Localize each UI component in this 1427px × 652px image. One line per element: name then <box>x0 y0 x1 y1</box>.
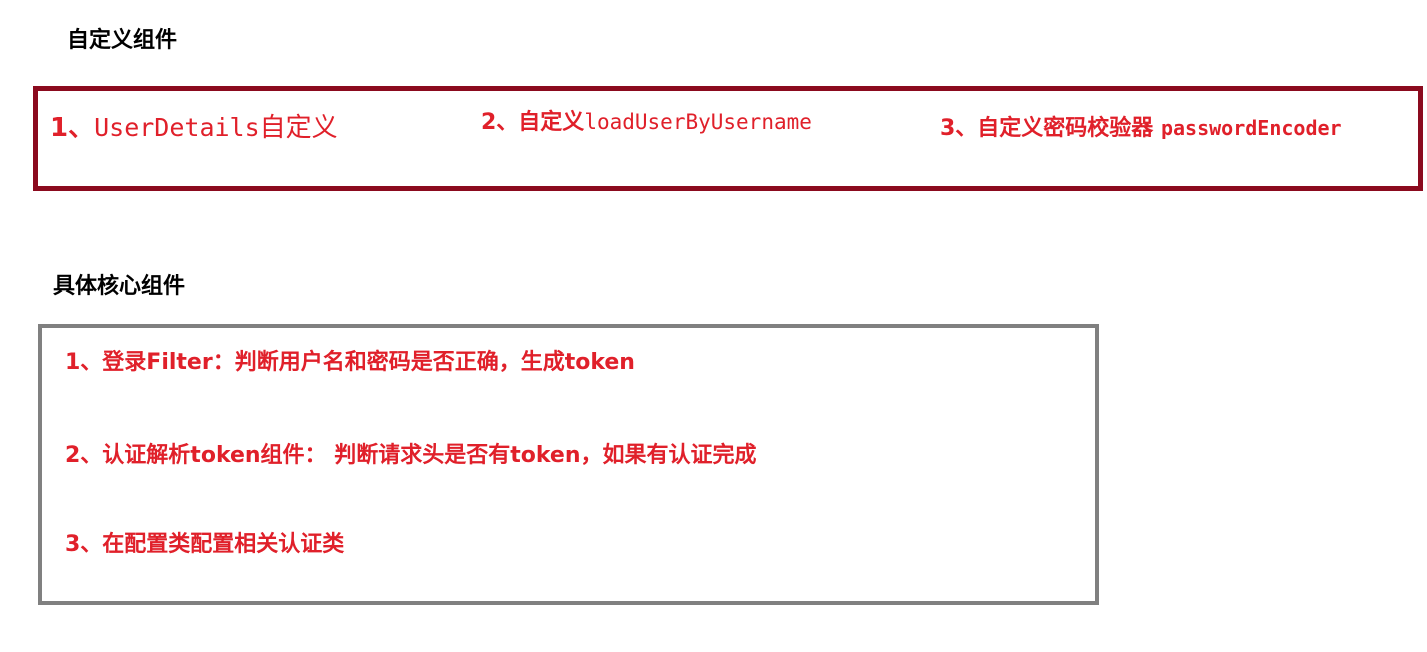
core-item-login-filter: 1、登录Filter：判断用户名和密码是否正确，生成token <box>65 350 635 375</box>
custom-components-heading: 自定义组件 <box>67 28 178 53</box>
core-components-heading: 具体核心组件 <box>53 274 186 299</box>
core-item-config: 3、在配置类配置相关认证类 <box>65 532 345 557</box>
custom-item-suffix: 自定义 <box>259 113 338 143</box>
custom-item-code: loadUserByUsername <box>584 110 812 134</box>
custom-item-prefix: 3、自定义密码校验器 <box>940 116 1161 141</box>
custom-item-code: UserDetails <box>94 113 260 142</box>
core-item-token-parser: 2、认证解析token组件： 判断请求头是否有token，如果有认证完成 <box>65 443 757 468</box>
custom-item-prefix: 2、自定义 <box>481 110 585 135</box>
custom-item-prefix: 1、 <box>50 113 95 143</box>
custom-item-password-encoder: 3、自定义密码校验器 passwordEncoder <box>940 110 1342 142</box>
custom-item-code: passwordEncoder <box>1160 116 1342 140</box>
custom-item-user-details: 1、UserDetails自定义 <box>50 107 338 144</box>
custom-item-load-user: 2、自定义loadUserByUsername <box>481 104 812 136</box>
